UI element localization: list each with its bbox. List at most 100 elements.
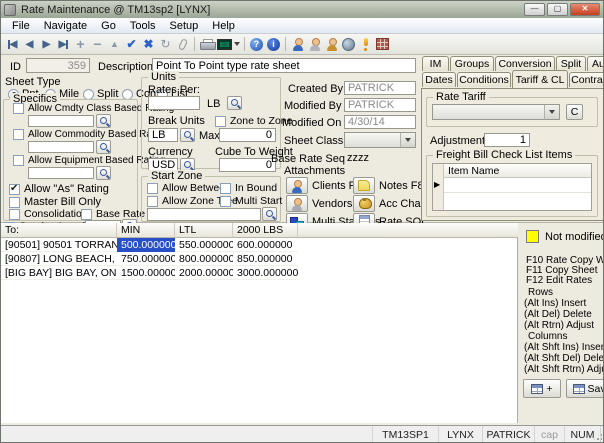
rate-tariff-c-button[interactable]: C xyxy=(566,104,583,120)
grid-header-ltl[interactable]: LTL xyxy=(175,223,233,238)
refresh-icon[interactable]: ↻ xyxy=(157,36,174,53)
tab-im[interactable]: IM xyxy=(422,56,449,71)
menu-tools[interactable]: Tools xyxy=(123,19,163,33)
menu-navigate[interactable]: Navigate xyxy=(37,19,94,33)
attachment-icon[interactable] xyxy=(174,36,191,53)
equipment-lookup-icon[interactable] xyxy=(96,166,111,180)
terminal-selector-icon[interactable] xyxy=(215,36,241,53)
commodity-field[interactable] xyxy=(28,141,94,153)
allow-as-rating-checkbox[interactable]: Allow "As" Rating xyxy=(9,183,109,195)
toolbar: ◀ ◀ ▶ ▶ + − ▲ ✔ ✖ ↻ ? i xyxy=(1,34,603,55)
last-record-icon[interactable]: ▶ xyxy=(55,36,72,53)
minimize-button[interactable]: — xyxy=(524,3,545,16)
id-field[interactable]: 359 xyxy=(26,58,90,73)
checklist-item-name-header[interactable]: Item Name xyxy=(444,164,591,178)
commodity-lookup-icon[interactable] xyxy=(96,140,111,154)
master-bill-only-checkbox[interactable]: Master Bill Only xyxy=(9,196,101,208)
grid-cell[interactable]: [90807] LONG BEACH, CA xyxy=(1,252,117,266)
tab-audit[interactable]: Audit xyxy=(587,56,604,71)
grid-cell[interactable]: 800.000000 xyxy=(175,252,233,266)
info-icon[interactable]: i xyxy=(265,36,282,53)
add-column-button[interactable]: + xyxy=(523,379,561,398)
grid-cell[interactable]: 550.000000 xyxy=(175,238,233,252)
rates-per-field[interactable] xyxy=(148,96,200,110)
break-units-lookup-icon[interactable] xyxy=(180,128,195,142)
grid-header-2000lbs[interactable]: 2000 LBS xyxy=(233,223,298,238)
first-record-icon[interactable]: ◀ xyxy=(4,36,21,53)
menu-file[interactable]: File xyxy=(5,19,37,33)
cancel-edit-icon[interactable]: ✖ xyxy=(140,36,157,53)
post-edit-icon[interactable]: ✔ xyxy=(123,36,140,53)
consolidation-checkbox[interactable]: Consolidation xyxy=(9,208,88,220)
description-field[interactable]: Point To Point type rate sheet xyxy=(152,58,416,73)
menu-help[interactable]: Help xyxy=(205,19,242,33)
grid-cell[interactable]: 3000.000000 xyxy=(233,266,298,280)
delete-record-icon[interactable]: − xyxy=(89,36,106,53)
max-field[interactable]: 0 xyxy=(219,128,276,142)
tab-dates[interactable]: Dates xyxy=(422,72,456,87)
sheet-class-dropdown-arrow[interactable] xyxy=(400,133,415,147)
cmdty-class-lookup-icon[interactable] xyxy=(96,114,111,128)
maximize-button[interactable]: ▢ xyxy=(547,3,568,16)
previous-record-icon[interactable]: ◀ xyxy=(21,36,38,53)
tab-groups[interactable]: Groups xyxy=(450,56,494,71)
row-adjust-shortcut: (Alt Rtrn) Adjust xyxy=(524,320,594,331)
next-record-icon[interactable]: ▶ xyxy=(38,36,55,53)
checklist-label: Freight Bill Check List Items xyxy=(433,149,575,161)
cmdty-class-field[interactable] xyxy=(28,115,94,127)
checklist-grid[interactable]: Item Name ▶ xyxy=(432,163,592,211)
close-button[interactable]: ✕ xyxy=(570,3,600,16)
modified-on-field[interactable]: 4/30/14 xyxy=(344,115,416,129)
tab-conditions[interactable]: Conditions xyxy=(457,72,511,87)
grid-cell[interactable]: 600.000000 xyxy=(233,238,298,252)
sheet-class-dropdown[interactable] xyxy=(344,132,416,148)
equipment-field[interactable] xyxy=(28,167,94,179)
base-rate-seq-field[interactable]: zzzz xyxy=(344,151,416,165)
clients-toolbar-icon[interactable] xyxy=(289,36,306,53)
menu-go[interactable]: Go xyxy=(94,19,123,33)
clients-button[interactable] xyxy=(286,177,308,194)
multi-start-checkbox[interactable]: Multi Start xyxy=(220,195,282,207)
break-units-field[interactable]: LB xyxy=(148,128,178,142)
insert-record-icon[interactable]: + xyxy=(72,36,89,53)
rate-tariff-dropdown-arrow[interactable] xyxy=(544,105,559,119)
zone-to-zone-checkbox[interactable]: Zone to Zone xyxy=(215,115,292,127)
grid-cell-selected[interactable]: 500.000000 xyxy=(117,238,175,252)
drivers-toolbar-icon[interactable] xyxy=(323,36,340,53)
rate-tariff-dropdown[interactable] xyxy=(432,104,560,120)
allow-between-checkbox[interactable]: Allow Between xyxy=(147,182,231,194)
edit-record-icon[interactable]: ▲ xyxy=(106,36,123,53)
tab-contract[interactable]: Contract xyxy=(569,72,604,87)
grid-header-min[interactable]: MIN xyxy=(117,223,175,238)
cube-to-weight-field[interactable]: 0 xyxy=(219,158,276,172)
menu-setup[interactable]: Setup xyxy=(163,19,206,33)
vendors-button[interactable] xyxy=(286,195,308,212)
print-icon[interactable] xyxy=(198,36,215,53)
modified-by-field[interactable]: PATRICK xyxy=(344,98,416,112)
save-button[interactable]: Save xyxy=(566,379,604,398)
rates-per-lookup-icon[interactable] xyxy=(227,96,242,110)
form-area: ID 359 Description Point To Point type r… xyxy=(1,55,604,223)
adjustment-field[interactable]: 1 xyxy=(484,133,530,147)
rates-grid-icon[interactable] xyxy=(374,36,391,53)
web-tools-icon[interactable] xyxy=(340,36,357,53)
start-zone-field[interactable] xyxy=(147,208,261,221)
tab-conversion[interactable]: Conversion xyxy=(495,56,555,71)
tab-tariff-cl[interactable]: Tariff & CL xyxy=(512,70,568,88)
grid-cell[interactable]: 1500.000000 xyxy=(117,266,175,280)
tab-split[interactable]: Split xyxy=(556,56,586,71)
notes-button[interactable] xyxy=(353,177,375,194)
grid-cell[interactable]: 850.000000 xyxy=(233,252,298,266)
help-icon[interactable]: ? xyxy=(248,36,265,53)
alert-icon[interactable] xyxy=(357,36,374,53)
start-zone-lookup-icon[interactable] xyxy=(262,207,277,221)
grid-header-to[interactable]: To: xyxy=(1,223,117,238)
vendors-toolbar-icon[interactable] xyxy=(306,36,323,53)
grid-cell[interactable]: [BIG BAY] BIG BAY, ON xyxy=(1,266,117,280)
grid-cell[interactable]: 2000.000000 xyxy=(175,266,233,280)
grid-cell[interactable]: 750.000000 xyxy=(117,252,175,266)
in-bound-checkbox[interactable]: In Bound xyxy=(220,182,277,194)
grid-cell[interactable]: [90501] 90501 TORRANCE, CA xyxy=(1,238,117,252)
acc-charges-button[interactable] xyxy=(353,195,375,212)
created-by-field[interactable]: PATRICK xyxy=(344,81,416,95)
